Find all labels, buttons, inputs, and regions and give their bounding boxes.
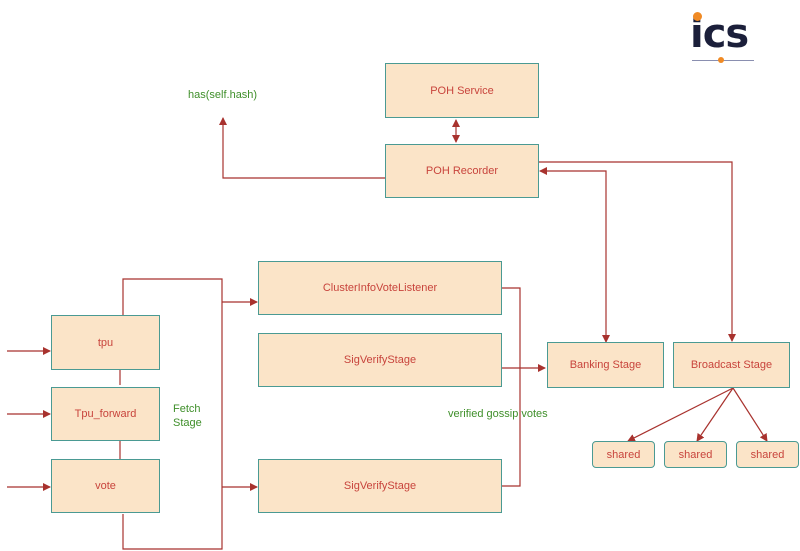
node-shared-3[interactable]: shared (736, 441, 799, 468)
hash-annotation: has(self.hash) (188, 89, 258, 101)
verified-gossip-votes-label: verified gossip votes (448, 408, 548, 420)
edge-broadcast-shared-1 (627, 387, 734, 442)
node-vote[interactable]: vote (51, 459, 160, 513)
node-tpu-forward[interactable]: Tpu_forward (51, 387, 160, 441)
ics-logo: ics (690, 8, 760, 64)
logo-underline-dot-icon (718, 57, 724, 63)
edge-banking-recorder (539, 167, 610, 343)
fetch-stage-line1: Fetch (173, 403, 201, 415)
edge-recorder-broadcast (538, 161, 736, 342)
fetch-stage-label: Fetch Stage (173, 402, 202, 430)
node-shared-1[interactable]: shared (592, 441, 655, 468)
edge-recorder-hash (219, 117, 386, 179)
node-tpu[interactable]: tpu (51, 315, 160, 370)
node-broadcast-stage[interactable]: Broadcast Stage (673, 342, 790, 388)
edge-broadcast-shared-2 (696, 387, 734, 442)
node-sig-verify-stage-1[interactable]: SigVerifyStage (258, 333, 502, 387)
node-poh-recorder[interactable]: POH Recorder (385, 144, 539, 198)
fetch-stage-line2: Stage (173, 417, 202, 429)
node-banking-stage[interactable]: Banking Stage (547, 342, 664, 388)
edge-verified-gossip (502, 287, 521, 487)
edge-broadcast-shared-3 (732, 387, 768, 442)
logo-dot-icon (693, 12, 702, 21)
node-sig-verify-stage-2[interactable]: SigVerifyStage (258, 459, 502, 513)
node-cluster-info-vote-listener[interactable]: ClusterInfoVoteListener (258, 261, 502, 315)
node-poh-service[interactable]: POH Service (385, 63, 539, 118)
node-shared-2[interactable]: shared (664, 441, 727, 468)
